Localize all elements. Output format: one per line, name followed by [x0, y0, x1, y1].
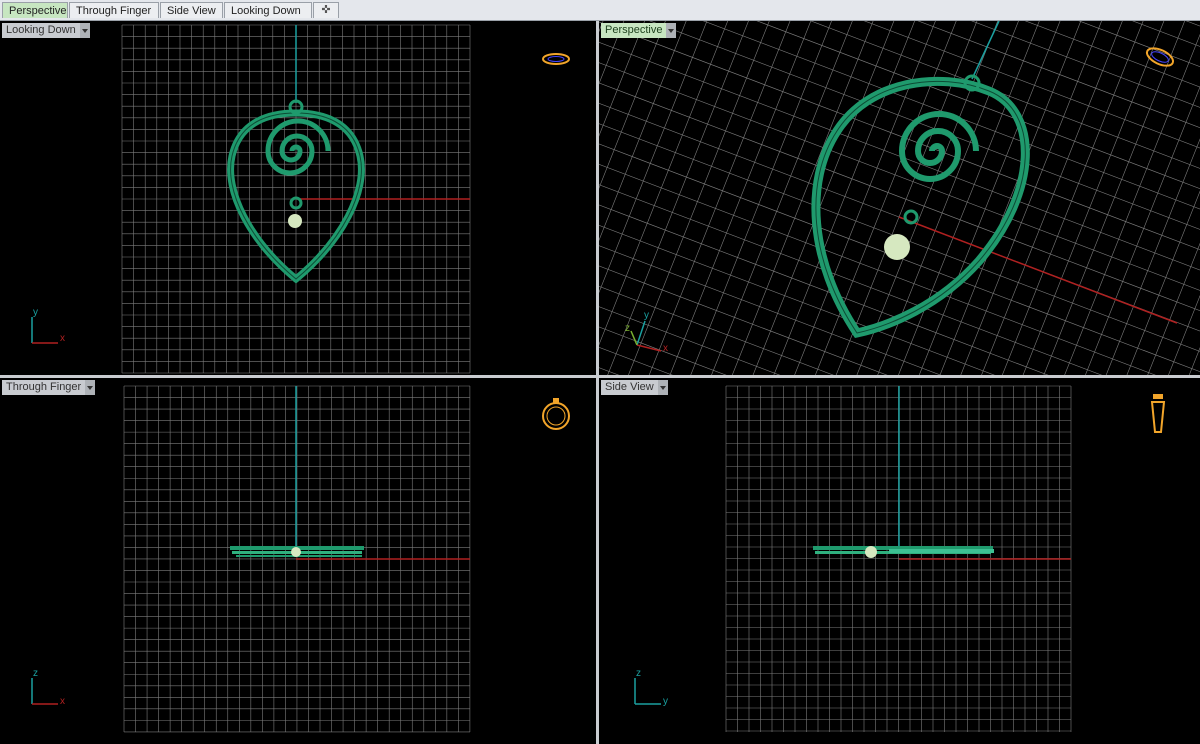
gizmo-y-label: y	[33, 307, 38, 318]
viewport-perspective[interactable]: Perspective x y z	[599, 21, 1200, 375]
ring-front-view-icon	[542, 398, 570, 430]
gizmo-x-label: x	[60, 333, 65, 344]
ring-top-view-icon	[542, 53, 570, 65]
pendant-model[interactable]	[813, 546, 994, 554]
viewport-side-view[interactable]: Side View y z	[599, 378, 1200, 744]
tab-through-finger[interactable]: Through Finger	[69, 2, 159, 18]
viewport-title: Side View	[601, 380, 658, 395]
axis-gizmo	[31, 678, 58, 705]
tab-side-view[interactable]: Side View	[160, 2, 223, 18]
tab-looking-down[interactable]: Looking Down	[224, 2, 312, 18]
chevron-down-icon[interactable]	[657, 380, 668, 395]
viewport-label[interactable]: Perspective	[601, 23, 677, 38]
gizmo-z-label: z	[625, 323, 630, 334]
chevron-down-icon[interactable]	[79, 23, 90, 38]
grid	[31, 385, 570, 733]
ring-side-view-icon	[1150, 394, 1166, 433]
gizmo-z-label: z	[636, 668, 641, 679]
viewport-tab-bar: Perspective Through Finger Side View Loo…	[0, 0, 1200, 21]
viewport-splitter-horizontal[interactable]	[0, 375, 1200, 378]
axis-gizmo	[630, 320, 662, 352]
gizmo-x-label: x	[663, 343, 668, 354]
perspective-grid	[599, 21, 1200, 375]
grid	[634, 385, 1166, 732]
viewport-title: Looking Down	[2, 23, 80, 38]
viewport-title: Through Finger	[2, 380, 86, 395]
gizmo-z-label: z	[33, 668, 38, 679]
axis-gizmo	[31, 317, 58, 344]
pearl-bead	[865, 546, 877, 558]
viewport-label[interactable]: Looking Down	[2, 23, 90, 38]
gizmo-x-label: x	[60, 696, 65, 707]
gizmo-y-label: y	[644, 310, 649, 321]
grid	[31, 24, 570, 374]
plus-tab-icon[interactable]: ✜	[313, 2, 339, 18]
pearl-bead	[884, 234, 910, 260]
pearl-bead	[288, 214, 302, 228]
tab-perspective[interactable]: Perspective	[2, 2, 68, 18]
viewport-through-finger[interactable]: Through Finger x z	[0, 378, 596, 744]
axis-gizmo	[634, 678, 661, 705]
gizmo-y-label: y	[663, 696, 668, 707]
viewport-label[interactable]: Side View	[601, 380, 668, 395]
chevron-down-icon[interactable]	[666, 23, 677, 38]
viewport-splitter-vertical[interactable]	[596, 21, 599, 744]
ring-perspective-icon	[1145, 47, 1175, 67]
viewport-label[interactable]: Through Finger	[2, 380, 96, 395]
pearl-bead	[291, 547, 301, 557]
chevron-down-icon[interactable]	[85, 380, 96, 395]
viewport-looking-down[interactable]: Looking Down x y	[0, 21, 596, 375]
viewport-title: Perspective	[601, 23, 667, 38]
